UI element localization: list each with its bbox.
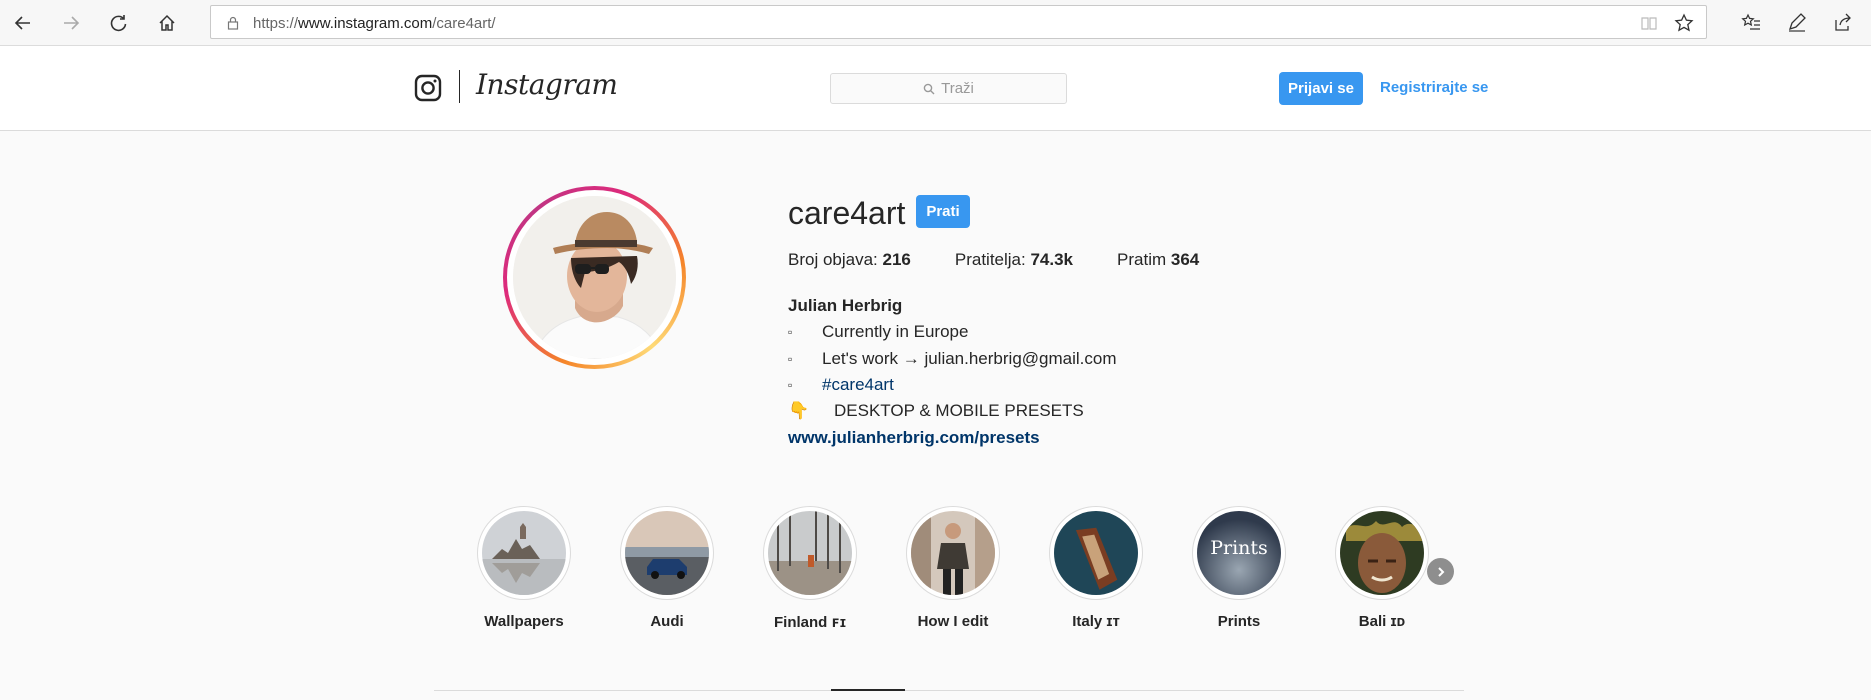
highlight-cover — [906, 506, 1000, 600]
highlight-how-i-edit[interactable]: How I edit — [906, 506, 1000, 630]
highlight-image — [1054, 511, 1138, 595]
favorites-hub-icon[interactable] — [1738, 9, 1764, 35]
reading-view-icon[interactable] — [1640, 14, 1658, 32]
highlight-label: Audi — [650, 613, 684, 630]
login-button[interactable]: Prijavi se — [1279, 72, 1363, 105]
profile-stats: Broj objava: 216 Pratitelja: 74.3k Prati… — [788, 250, 1243, 270]
bio-text: DESKTOP & MOBILE PRESETS — [834, 401, 1084, 420]
highlight-bali[interactable]: Bali ɪᴅ — [1335, 506, 1429, 630]
tabs-divider — [434, 690, 1464, 691]
bio-bullet: ▫ — [788, 378, 793, 392]
search-icon — [923, 83, 935, 94]
highlights-next-button[interactable] — [1427, 558, 1454, 585]
register-link[interactable]: Registrirajte se — [1380, 79, 1488, 96]
highlight-italy[interactable]: Italy ɪᴛ — [1049, 506, 1143, 630]
bio-line: ▫ Currently in Europe — [788, 322, 968, 342]
highlight-cover — [620, 506, 714, 600]
highlight-cover — [477, 506, 571, 600]
stat-followers[interactable]: Pratitelja: 74.3k — [955, 250, 1073, 270]
stat-posts: Broj objava: 216 — [788, 250, 911, 269]
highlight-label: How I edit — [917, 613, 989, 630]
highlight-image — [768, 511, 852, 595]
bio-line: ▫ #care4art — [788, 375, 894, 395]
highlight-audi[interactable]: Audi — [620, 506, 714, 630]
pointing-down-icon: 👇 — [788, 401, 810, 420]
home-icon[interactable] — [152, 8, 182, 38]
instagram-wordmark[interactable]: Instagram — [476, 68, 618, 101]
lock-icon — [227, 16, 239, 30]
stat-following[interactable]: Pratim 364 — [1117, 250, 1199, 270]
highlight-cover — [1049, 506, 1143, 600]
search-input[interactable]: Traži — [830, 73, 1067, 104]
highlight-image — [482, 511, 566, 595]
avatar-photo — [513, 196, 676, 359]
browser-toolbar: https://www.instagram.com/care4art/ — [0, 0, 1871, 46]
share-icon[interactable] — [1830, 9, 1856, 35]
follow-button[interactable]: Prati — [916, 195, 970, 228]
bio-line: 👇 DESKTOP & MOBILE PRESETS — [788, 401, 1084, 421]
highlight-label: Bali ɪᴅ — [1358, 613, 1406, 630]
highlight-label: Italy ɪᴛ — [1072, 613, 1120, 630]
bio-line: ▫ Let's work → julian.herbrig@gmail.com — [788, 349, 1117, 369]
highlight-cover — [1335, 506, 1429, 600]
search-placeholder: Traži — [941, 80, 974, 97]
highlight-image — [1340, 511, 1424, 595]
url-text[interactable]: https://www.instagram.com/care4art/ — [253, 15, 496, 32]
back-icon[interactable] — [8, 8, 38, 38]
instagram-header: Instagram Traži Prijavi se Registrirajte… — [0, 46, 1871, 131]
address-bar[interactable]: https://www.instagram.com/care4art/ — [210, 5, 1707, 39]
pen-icon[interactable] — [1784, 9, 1810, 35]
bio-bullet: ▫ — [788, 352, 793, 366]
favorite-star-icon[interactable] — [1674, 13, 1694, 33]
profile-full-name: Julian Herbrig — [788, 296, 903, 315]
profile-website-link[interactable]: www.julianherbrig.com/presets — [788, 428, 1040, 448]
highlight-prints[interactable]: Prints Prints — [1192, 506, 1286, 630]
prints-cover-text: Prints — [1210, 537, 1268, 559]
highlight-label: Finland ꜰɪ — [774, 614, 846, 631]
highlight-cover: Prints — [1192, 506, 1286, 600]
avatar-border — [507, 190, 682, 365]
refresh-icon[interactable] — [104, 8, 134, 38]
highlight-label: Wallpapers — [484, 613, 564, 630]
highlight-image: Prints — [1197, 511, 1281, 595]
active-tab-indicator — [831, 689, 905, 691]
profile-avatar[interactable] — [503, 186, 686, 369]
logo-divider — [459, 70, 460, 103]
chevron-right-icon — [1437, 566, 1444, 577]
highlight-image — [625, 511, 709, 595]
bio-text: Let's work → julian.herbrig@gmail.com — [822, 349, 1117, 368]
highlight-label: Prints — [1217, 613, 1261, 630]
highlight-wallpapers[interactable]: Wallpapers — [477, 506, 571, 630]
bio-text: Currently in Europe — [822, 322, 969, 341]
profile-username: care4art — [788, 195, 906, 231]
instagram-camera-icon[interactable] — [414, 74, 442, 102]
forward-icon[interactable] — [56, 8, 86, 38]
bio-bullet: ▫ — [788, 325, 793, 339]
highlight-cover — [763, 506, 857, 600]
highlight-finland[interactable]: Finland ꜰɪ — [763, 506, 857, 631]
bio-hashtag-link[interactable]: #care4art — [822, 375, 894, 395]
highlight-image — [911, 511, 995, 595]
